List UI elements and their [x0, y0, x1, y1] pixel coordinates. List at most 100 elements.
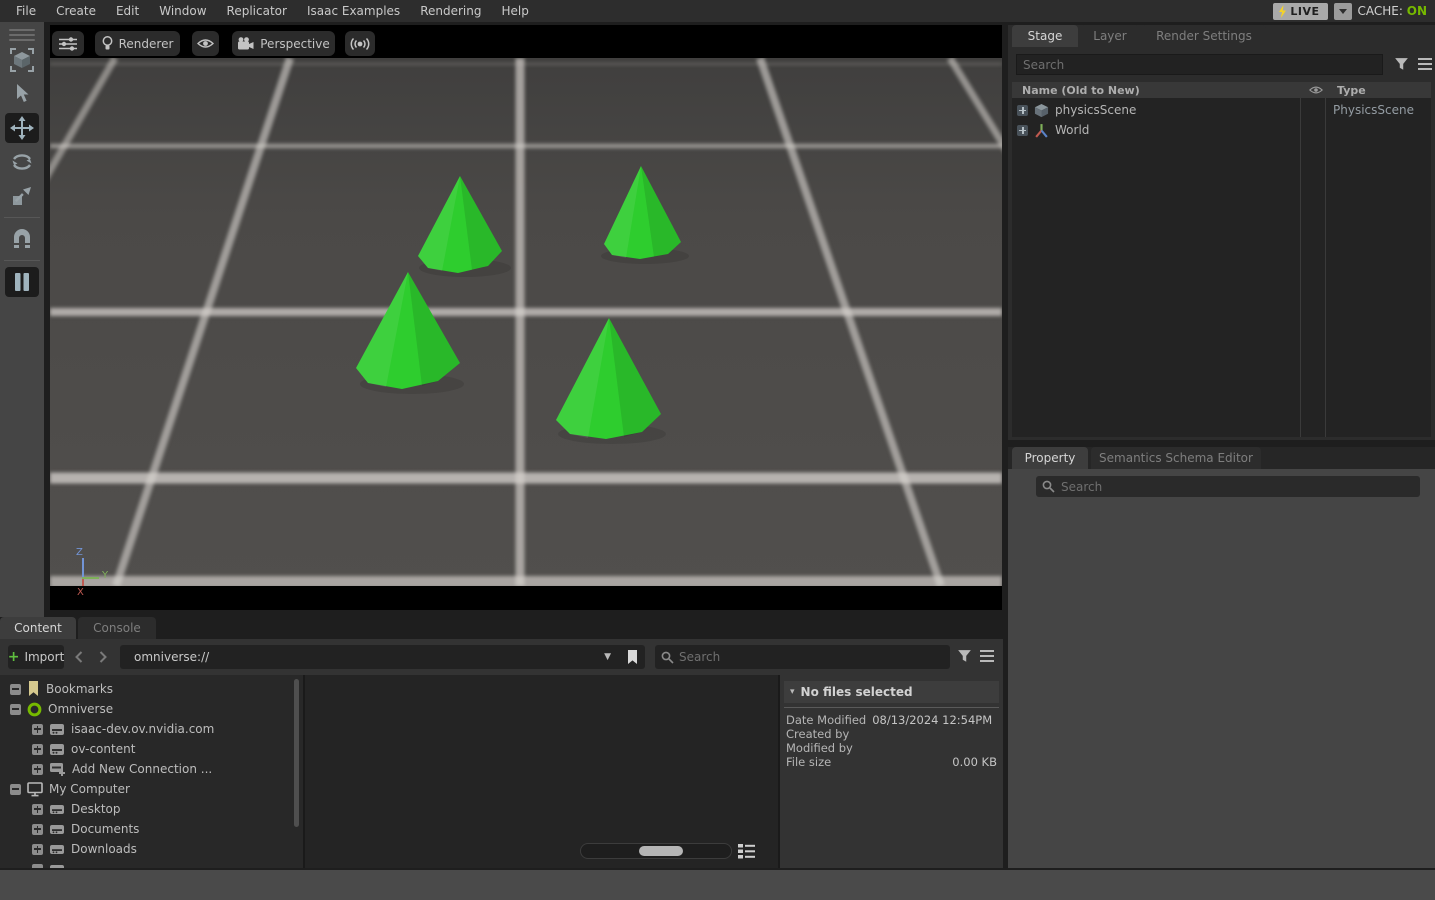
tree-item-omniverse[interactable]: Omniverse: [10, 699, 113, 719]
detail-file-size: File size 0.00 KB: [786, 755, 997, 769]
path-input[interactable]: [120, 650, 595, 664]
expand-icon[interactable]: [32, 744, 43, 755]
cube-icon: [1034, 103, 1049, 118]
menu-replicator[interactable]: Replicator: [217, 0, 297, 22]
tab-render-settings[interactable]: Render Settings: [1142, 25, 1266, 47]
tree-item-desktop[interactable]: Desktop: [32, 799, 121, 819]
stage-row-world[interactable]: World: [1012, 120, 1431, 140]
rotate-tool[interactable]: [5, 147, 39, 177]
content-search[interactable]: [655, 645, 950, 669]
tree-item-my-computer[interactable]: My Computer: [10, 779, 130, 799]
drive-icon: [49, 843, 65, 856]
expand-icon[interactable]: [32, 824, 43, 835]
expand-icon[interactable]: [32, 864, 43, 869]
live-dropdown-button[interactable]: [1334, 3, 1352, 20]
import-button[interactable]: +Import: [8, 645, 64, 669]
tab-semantics-schema-editor[interactable]: Semantics Schema Editor: [1091, 447, 1261, 469]
slider-thumb[interactable]: [639, 846, 683, 856]
back-button[interactable]: [70, 647, 88, 667]
cursor-select-tool[interactable]: [5, 79, 39, 109]
visibility-button[interactable]: [192, 31, 219, 56]
tree-scrollbar[interactable]: [294, 679, 299, 827]
expand-icon[interactable]: [32, 844, 43, 855]
tab-console[interactable]: Console: [78, 617, 156, 639]
tree-item-isaac-dev[interactable]: isaac-dev.ov.nvidia.com: [32, 719, 214, 739]
cursor-icon: [13, 84, 31, 104]
file-grid-area[interactable]: [305, 675, 778, 868]
tree-item-ov-content[interactable]: ov-content: [32, 739, 135, 759]
capture-button[interactable]: [345, 31, 375, 56]
column-type[interactable]: Type: [1337, 84, 1366, 97]
detail-modified-by: Modified by: [786, 741, 997, 755]
drive-icon: [49, 863, 65, 869]
menu-isaac-examples[interactable]: Isaac Examples: [297, 0, 410, 22]
menu-create[interactable]: Create: [46, 0, 106, 22]
forward-button[interactable]: [94, 647, 112, 667]
menu-rendering[interactable]: Rendering: [410, 0, 491, 22]
renderer-button[interactable]: Renderer: [95, 31, 180, 56]
stage-search-input[interactable]: [1016, 54, 1383, 75]
filter-icon[interactable]: [1394, 57, 1409, 72]
menu-file[interactable]: File: [6, 0, 46, 22]
tab-content[interactable]: Content: [0, 617, 76, 639]
thumbnail-size-slider[interactable]: [580, 843, 732, 859]
viewport[interactable]: Renderer Perspective: [50, 25, 1002, 610]
tree-item-bookmarks[interactable]: Bookmarks: [10, 679, 113, 699]
tab-property[interactable]: Property: [1012, 447, 1088, 469]
tree-item-documents[interactable]: Documents: [32, 819, 139, 839]
menu-window[interactable]: Window: [149, 0, 216, 22]
menu-edit[interactable]: Edit: [106, 0, 149, 22]
prim-name: World: [1055, 123, 1089, 137]
toolbar-grip-handle[interactable]: [9, 29, 35, 41]
pause-button[interactable]: [5, 267, 39, 297]
chevron-left-icon: [75, 651, 83, 663]
property-search-input[interactable]: [1061, 480, 1414, 494]
detail-date-modified: Date Modified 08/13/2024 12:54PM: [786, 713, 997, 727]
plus-icon: +: [8, 649, 20, 665]
tree-item-add-new-connection[interactable]: Add New Connection ...: [32, 759, 212, 779]
details-header-label: No files selected: [801, 685, 913, 699]
expand-icon[interactable]: [1017, 105, 1028, 116]
omniverse-icon: [27, 702, 42, 717]
cache-value: ON: [1407, 4, 1427, 18]
scale-tool[interactable]: [5, 181, 39, 211]
tab-stage[interactable]: Stage: [1012, 25, 1078, 47]
viewport-render-area[interactable]: [50, 58, 1002, 586]
column-name[interactable]: Name (Old to New): [1022, 84, 1140, 97]
tree-item-downloads[interactable]: Downloads: [32, 839, 137, 859]
collapse-icon[interactable]: [10, 784, 21, 795]
chevron-down-icon: [1339, 9, 1347, 14]
tree-item-clipped[interactable]: [32, 859, 65, 868]
options-menu-icon[interactable]: [980, 650, 994, 662]
expand-icon[interactable]: [1017, 125, 1028, 136]
expand-icon[interactable]: [32, 724, 43, 735]
filter-icon[interactable]: [957, 649, 972, 664]
collapse-icon[interactable]: [10, 684, 21, 695]
list-view-toggle-icon[interactable]: [738, 844, 755, 859]
expand-icon[interactable]: [32, 764, 43, 775]
menubar-right-cluster: LIVE CACHE: ON: [1273, 3, 1429, 20]
select-bounds-tool[interactable]: [5, 45, 39, 75]
live-label: LIVE: [1290, 5, 1319, 18]
bookmark-icon[interactable]: [626, 650, 639, 665]
snap-tool[interactable]: [5, 224, 39, 254]
menu-help[interactable]: Help: [491, 0, 538, 22]
path-bar[interactable]: ▼: [120, 645, 645, 669]
camera-button[interactable]: Perspective: [232, 31, 335, 56]
property-search[interactable]: [1036, 476, 1420, 497]
prim-type: PhysicsScene: [1333, 103, 1414, 117]
details-header[interactable]: ▾ No files selected: [784, 681, 999, 703]
viewport-settings-button[interactable]: [52, 31, 84, 56]
live-button[interactable]: LIVE: [1273, 3, 1327, 20]
collapse-arrow-icon: ▾: [790, 687, 795, 697]
expand-icon[interactable]: [32, 804, 43, 815]
content-toolbar: +Import ▼: [0, 639, 1003, 675]
options-menu-icon[interactable]: [1418, 58, 1432, 70]
stage-row-physicsscene[interactable]: physicsScene PhysicsScene: [1012, 100, 1431, 120]
path-dropdown-icon[interactable]: ▼: [600, 652, 615, 662]
z-axis-line: [82, 558, 84, 577]
tab-layer[interactable]: Layer: [1081, 25, 1139, 47]
move-tool[interactable]: [5, 113, 39, 143]
collapse-icon[interactable]: [10, 704, 21, 715]
content-search-input[interactable]: [679, 650, 944, 664]
